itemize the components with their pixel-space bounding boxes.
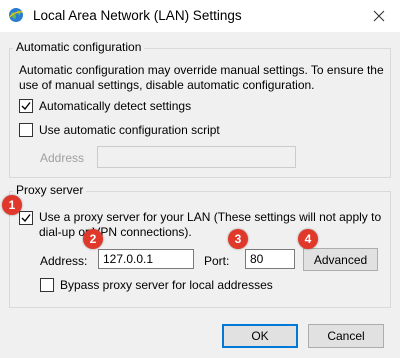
checkbox-box [19, 211, 33, 225]
proxy-address-input[interactable]: 127.0.0.1 [98, 249, 194, 269]
title-bar: Local Area Network (LAN) Settings [0, 0, 400, 32]
dialog-body: Automatic configuration Automatic config… [0, 32, 400, 358]
advanced-button[interactable]: Advanced [303, 248, 378, 271]
proxy-port-input[interactable]: 80 [245, 249, 295, 269]
ok-button[interactable]: OK [222, 324, 298, 348]
cancel-button[interactable]: Cancel [308, 324, 384, 348]
bypass-proxy-local-checkbox[interactable]: Bypass proxy server for local addresses [40, 278, 273, 292]
use-automatic-configuration-script-label: Use automatic configuration script [39, 123, 220, 137]
checkbox-box [19, 123, 33, 137]
use-automatic-configuration-script-checkbox[interactable]: Use automatic configuration script [19, 123, 220, 137]
annotation-badge-2: 2 [83, 229, 103, 249]
window-title: Local Area Network (LAN) Settings [33, 8, 242, 23]
script-address-label: Address [40, 151, 85, 165]
use-proxy-server-checkbox[interactable]: Use a proxy server for your LAN (These s… [19, 210, 381, 240]
bypass-proxy-local-label: Bypass proxy server for local addresses [60, 278, 273, 292]
internet-options-icon [9, 8, 23, 22]
automatic-configuration-description: Automatic configuration may override man… [19, 63, 384, 92]
checkmark-icon [21, 214, 31, 223]
annotation-badge-4: 4 [298, 229, 318, 249]
checkmark-icon [21, 102, 31, 111]
automatic-configuration-legend: Automatic configuration [13, 40, 145, 54]
checkbox-box [19, 99, 33, 113]
close-icon [373, 10, 385, 22]
automatically-detect-settings-checkbox[interactable]: Automatically detect settings [19, 99, 191, 113]
proxy-server-legend: Proxy server [13, 183, 87, 197]
close-button[interactable] [358, 0, 400, 32]
annotation-badge-1: 1 [2, 195, 22, 215]
checkbox-box [40, 278, 54, 292]
annotation-badge-3: 3 [228, 229, 248, 249]
proxy-port-label: Port: [204, 254, 230, 268]
script-address-input[interactable] [97, 146, 296, 168]
automatically-detect-settings-label: Automatically detect settings [39, 99, 192, 113]
proxy-address-label: Address: [40, 254, 88, 268]
